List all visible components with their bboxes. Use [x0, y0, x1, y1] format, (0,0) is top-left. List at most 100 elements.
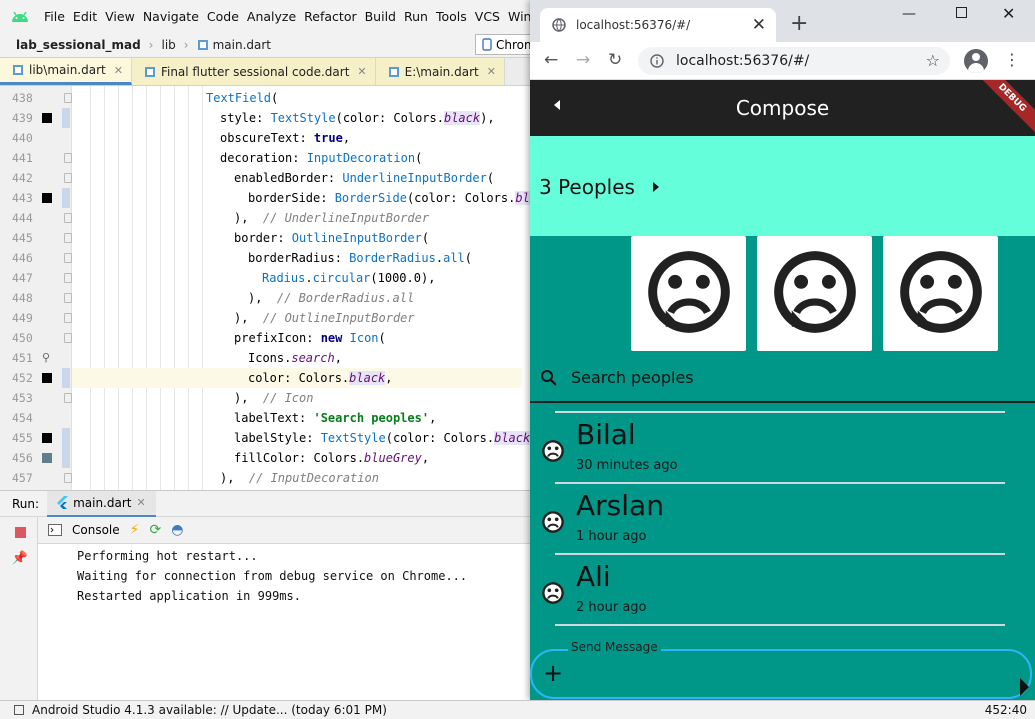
close-window-icon[interactable]: ✕: [1002, 4, 1015, 23]
message-list-item[interactable]: Bilal 30 minutes ago: [530, 414, 1035, 484]
fold-icon[interactable]: [64, 473, 72, 483]
menu-item[interactable]: Refactor: [300, 9, 360, 24]
editor-tab[interactable]: E:\main.dart ✕: [375, 58, 505, 85]
color-swatch-icon[interactable]: [42, 113, 52, 123]
send-message-field[interactable]: Send Message +: [530, 640, 1032, 699]
run-tab-label: main.dart: [73, 495, 132, 510]
more-menu-icon[interactable]: ⋮: [1004, 50, 1020, 69]
code-line[interactable]: borderSide: BorderSide(color: Colors.bla…: [80, 188, 530, 208]
code-line[interactable]: ), // OutlineInputBorder: [80, 308, 415, 328]
fold-icon[interactable]: [64, 233, 72, 243]
send-icon[interactable]: [1020, 678, 1029, 696]
close-icon[interactable]: ✕: [357, 65, 366, 78]
code-line[interactable]: Radius.circular(1000.0),: [80, 268, 435, 288]
code-line[interactable]: labelText: 'Search peoples',: [80, 408, 436, 428]
code-line[interactable]: TextField(: [80, 88, 278, 108]
code-line[interactable]: border: OutlineInputBorder(: [80, 228, 429, 248]
code-line[interactable]: ), // BorderRadius.all: [80, 288, 414, 308]
code-line[interactable]: borderRadius: BorderRadius.all(: [80, 248, 472, 268]
editor-tabs: lib\main.dart ✕ Final flutter sessional co…: [0, 58, 530, 86]
fold-icon[interactable]: [64, 313, 72, 323]
forward-arrow-icon[interactable]: →: [576, 50, 590, 70]
maximize-icon[interactable]: [956, 7, 967, 18]
fold-icon[interactable]: [64, 173, 72, 183]
minimize-icon[interactable]: —: [902, 6, 916, 22]
person-card[interactable]: [757, 236, 872, 351]
close-icon[interactable]: ✕: [114, 64, 123, 77]
devtools-icon[interactable]: ◓: [171, 522, 183, 538]
menu-item[interactable]: Code: [203, 9, 243, 24]
pin-icon[interactable]: 📌: [11, 549, 29, 567]
line-number: 449: [0, 308, 72, 328]
search-field[interactable]: Search peoples: [530, 355, 1035, 403]
code-line[interactable]: ), // InputDecoration: [80, 468, 379, 488]
code-line[interactable]: color: Colors.black,: [72, 368, 522, 388]
color-swatch-icon[interactable]: [42, 433, 52, 443]
menu-item[interactable]: Navigate: [139, 9, 203, 24]
cursor-position[interactable]: 452:40: [985, 703, 1027, 717]
close-tab-icon[interactable]: ✕: [752, 15, 766, 35]
code-editor[interactable]: 438 439 440 441 442 443 444 445 446 447 448 449 450 4…: [0, 86, 530, 490]
list-divider: [555, 624, 1005, 626]
menu-item[interactable]: Tools: [432, 9, 471, 24]
add-icon[interactable]: +: [543, 661, 563, 685]
fold-icon[interactable]: [64, 93, 72, 103]
fold-icon[interactable]: [64, 273, 72, 283]
code-line[interactable]: obscureText: true,: [80, 128, 350, 148]
bookmark-star-icon[interactable]: ☆: [926, 51, 940, 70]
close-icon[interactable]: ✕: [487, 65, 496, 78]
person-card[interactable]: [631, 236, 746, 351]
browser-tab[interactable]: localhost:56376/#/ ✕: [540, 8, 776, 42]
status-message[interactable]: Android Studio 4.1.3 available: // Updat…: [32, 703, 387, 717]
menu-item[interactable]: View: [101, 9, 139, 24]
code-line[interactable]: ), // UnderlineInputBorder: [80, 208, 429, 228]
code-line[interactable]: enabledBorder: UnderlineInputBorder(: [80, 168, 494, 188]
fold-icon[interactable]: [64, 333, 72, 343]
breadcrumb-project[interactable]: lab_sessional_mad: [8, 38, 149, 52]
color-swatch-icon[interactable]: [42, 193, 52, 203]
people-selector[interactable]: 3 Peoples: [530, 136, 1035, 236]
fold-icon[interactable]: [64, 253, 72, 263]
menu-item[interactable]: VCS: [471, 9, 504, 24]
breadcrumb-folder[interactable]: lib: [153, 38, 183, 52]
console-tab-label[interactable]: Console: [72, 523, 120, 537]
run-tab-main-dart[interactable]: main.dart ✕: [47, 490, 156, 517]
fold-icon[interactable]: [64, 153, 72, 163]
menu-item[interactable]: Analyze: [243, 9, 300, 24]
color-swatch-icon[interactable]: [42, 453, 52, 463]
color-swatch-icon[interactable]: [42, 373, 52, 383]
list-divider: [555, 553, 1005, 555]
breadcrumb-file[interactable]: main.dart: [189, 38, 279, 52]
editor-tab[interactable]: Final flutter sessional code.dart ✕: [131, 58, 376, 85]
code-line[interactable]: ), // Icon: [80, 388, 313, 408]
menu-item[interactable]: Run: [400, 9, 432, 24]
code-line[interactable]: labelStyle: TextStyle(color: Colors.blac…: [80, 428, 530, 448]
fold-icon[interactable]: [64, 213, 72, 223]
person-card[interactable]: [883, 236, 998, 351]
arrow-right-icon[interactable]: [653, 182, 659, 192]
message-list-item[interactable]: Ali 2 hour ago: [530, 556, 1035, 626]
hot-reload-icon[interactable]: ⚡: [130, 522, 140, 538]
search-label: Search peoples: [571, 368, 694, 387]
new-tab-icon[interactable]: +: [790, 11, 808, 37]
close-icon[interactable]: ✕: [136, 496, 145, 509]
code-line[interactable]: prefixIcon: new Icon(: [80, 328, 386, 348]
reload-icon[interactable]: ↻: [608, 50, 622, 70]
hot-restart-icon[interactable]: ⟳: [149, 522, 161, 538]
fold-icon[interactable]: [64, 293, 72, 303]
code-line[interactable]: decoration: InputDecoration(: [80, 148, 422, 168]
code-line[interactable]: style: TextStyle(color: Colors.black),: [80, 108, 495, 128]
editor-tab[interactable]: lib\main.dart ✕: [0, 58, 132, 85]
menu-item[interactable]: Edit: [69, 9, 101, 24]
back-arrow-icon[interactable]: ←: [544, 50, 558, 70]
toggle-panels-icon[interactable]: [14, 705, 24, 715]
menu-item[interactable]: Build: [361, 9, 400, 24]
code-line[interactable]: fillColor: Colors.blueGrey,: [80, 448, 429, 468]
menu-item[interactable]: File: [40, 9, 69, 24]
message-list-item[interactable]: Arslan 1 hour ago: [530, 485, 1035, 555]
fold-icon[interactable]: [64, 393, 72, 403]
address-bar[interactable]: localhost:56376/#/ ☆: [638, 47, 950, 75]
stop-icon[interactable]: [11, 523, 29, 541]
code-line[interactable]: Icons.search,: [80, 348, 342, 368]
profile-avatar-icon[interactable]: [964, 49, 988, 73]
